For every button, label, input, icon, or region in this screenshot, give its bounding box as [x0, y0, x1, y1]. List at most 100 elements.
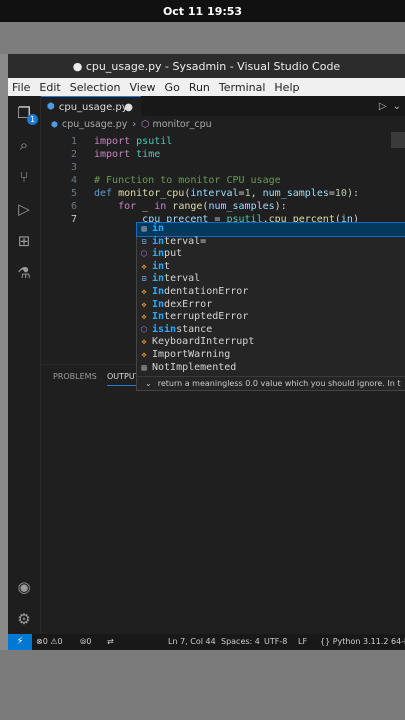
- explorer-badge: 1: [27, 114, 38, 125]
- suggestion-item[interactable]: ✥ int: [137, 261, 405, 274]
- accounts-icon[interactable]: ◉: [15, 578, 33, 596]
- problems-status[interactable]: ⊗0 ⚠0: [36, 634, 63, 650]
- variable-icon: ⊡: [141, 274, 147, 284]
- keyword-icon: ▤: [141, 224, 147, 233]
- code-line[interactable]: 1 import psutil: [41, 135, 405, 148]
- class-icon: ✥: [141, 261, 147, 271]
- suggestion-item[interactable]: ▤ in: [136, 222, 405, 237]
- suggestion-label: InterruptedError: [152, 311, 249, 323]
- python-file-icon: ⬢: [47, 102, 55, 112]
- code-line[interactable]: 3: [41, 161, 405, 174]
- variable-icon: ⊡: [141, 236, 147, 246]
- cursor-position[interactable]: Ln 7, Col 44: [168, 634, 216, 650]
- code-line[interactable]: 2 import time: [41, 148, 405, 161]
- line-ending[interactable]: LF: [298, 634, 307, 650]
- window-titlebar[interactable]: ● cpu_usage.py - Sysadmin - Visual Studi…: [8, 54, 405, 78]
- tab-output[interactable]: OUTPUT: [107, 372, 140, 386]
- function-icon: ⬡: [140, 249, 148, 259]
- system-clock[interactable]: Oct 11 19:53: [163, 5, 242, 18]
- suggestion-item[interactable]: ✥ ImportWarning: [137, 349, 405, 362]
- menu-terminal[interactable]: Terminal: [215, 81, 271, 94]
- tab-cpu-usage[interactable]: ⬢ cpu_usage.py ●: [41, 96, 141, 117]
- code-text: # Function to monitor CPU usage: [94, 175, 281, 186]
- python-file-icon: ⬢: [51, 119, 58, 129]
- line-number: 1: [70, 136, 77, 147]
- class-icon: ✥: [141, 337, 147, 347]
- class-icon: ✥: [141, 312, 147, 322]
- menu-view[interactable]: View: [125, 81, 160, 94]
- live-share-icon[interactable]: ⇄: [107, 634, 114, 650]
- settings-gear-icon[interactable]: ⚙: [15, 610, 33, 628]
- search-icon[interactable]: ⌕: [15, 136, 33, 154]
- system-top-bar: Oct 11 19:53: [0, 0, 405, 22]
- suggestion-item[interactable]: ✥ IndentationError: [137, 286, 405, 299]
- status-bar: ⚡ ⊗0 ⚠0 ⦾0 ⇄ Ln 7, Col 44 Spaces: 4 UTF-…: [8, 634, 405, 650]
- source-control-icon[interactable]: ⑂: [15, 168, 33, 186]
- suggestion-item[interactable]: ✥ IndexError: [137, 299, 405, 312]
- editor-tab-bar: ⬢ cpu_usage.py ● ▷ ⌄: [41, 96, 405, 117]
- line-number: 7: [70, 214, 77, 225]
- code-text: import time: [94, 149, 161, 160]
- function-icon: ⬡: [140, 324, 148, 334]
- chevron-down-icon[interactable]: ⌄: [393, 101, 401, 112]
- menu-run[interactable]: Run: [185, 81, 215, 94]
- suggestion-item[interactable]: ⬡ input: [137, 248, 405, 261]
- breadcrumb-file[interactable]: cpu_usage.py: [62, 119, 127, 130]
- class-icon: ✥: [141, 350, 147, 359]
- chevron-down-icon[interactable]: ⌄: [145, 379, 152, 388]
- suggestion-item[interactable]: ▤ NotImplemented: [137, 362, 405, 375]
- suggestion-label: int: [152, 260, 171, 272]
- language-mode[interactable]: {} Python: [320, 634, 360, 650]
- menu-go[interactable]: Go: [161, 81, 185, 94]
- suggestion-item[interactable]: ⊡ interval=: [137, 236, 405, 249]
- error-icon: ⊗: [36, 637, 43, 646]
- class-icon: ✥: [141, 299, 147, 309]
- suggestion-label: KeyboardInterrupt: [152, 336, 255, 348]
- keyword-icon: ▤: [141, 362, 147, 372]
- suggestion-label: NotImplemented: [152, 361, 237, 373]
- encoding[interactable]: UTF-8: [264, 634, 287, 650]
- code-line[interactable]: 5 def monitor_cpu(interval=1, num_samples…: [41, 187, 405, 200]
- line-number: 2: [70, 149, 77, 160]
- run-file-icon[interactable]: ▷: [379, 101, 387, 112]
- code-line[interactable]: 4 # Function to monitor CPU usage: [41, 174, 405, 187]
- suggestion-label: isinstance: [152, 323, 213, 335]
- remote-indicator-icon[interactable]: ⚡: [8, 634, 32, 650]
- testing-icon[interactable]: ⚗: [15, 264, 33, 282]
- line-number: 6: [70, 201, 77, 212]
- suggestion-item[interactable]: ✥ KeyboardInterrupt: [137, 336, 405, 349]
- unsaved-dot-icon[interactable]: ●: [124, 102, 133, 113]
- code-line[interactable]: 6 for _ in range(num_samples):: [41, 200, 405, 213]
- line-number: 4: [70, 175, 77, 186]
- suggestion-label: ImportWarning: [152, 349, 231, 360]
- suggestion-item[interactable]: ⬡ isinstance: [137, 324, 405, 337]
- activity-bar: ❐ 1 ⌕ ⑂ ▷ ⊞ ⚗ ◉ ⚙: [8, 96, 41, 634]
- desktop-background: [0, 22, 405, 54]
- indentation[interactable]: Spaces: 4: [221, 634, 260, 650]
- suggestion-item[interactable]: ⊡ interval: [137, 273, 405, 286]
- run-debug-icon[interactable]: ▷: [15, 200, 33, 218]
- menu-file[interactable]: File: [8, 81, 35, 94]
- code-text: def monitor_cpu(interval=1, num_samples=…: [94, 188, 359, 199]
- suggestion-label: IndexError: [152, 298, 213, 310]
- window-title: ● cpu_usage.py - Sysadmin - Visual Studi…: [72, 59, 341, 73]
- menu-edit[interactable]: Edit: [35, 81, 65, 94]
- class-icon: ✥: [141, 287, 147, 296]
- extensions-icon[interactable]: ⊞: [15, 232, 33, 250]
- menu-bar: File Edit Selection View Go Run Terminal…: [8, 78, 405, 96]
- tab-problems[interactable]: PROBLEMS: [53, 372, 97, 381]
- menu-help[interactable]: Help: [270, 81, 304, 94]
- warning-icon: ⚠: [50, 637, 58, 646]
- breadcrumb: ⬢ cpu_usage.py › ⬡ monitor_cpu: [41, 116, 405, 132]
- suggestion-label: interval: [152, 273, 201, 285]
- suggestion-details: ⌄ return a meaningless 0.0 value which yo…: [137, 376, 405, 390]
- breadcrumb-symbol[interactable]: monitor_cpu: [152, 119, 211, 130]
- suggestion-label: in: [152, 223, 165, 234]
- desktop-background: [0, 650, 405, 720]
- ports-status[interactable]: ⦾0: [80, 634, 92, 650]
- python-interpreter[interactable]: 3.11.2 64-b: [363, 634, 405, 650]
- suggestion-label: input: [152, 248, 183, 260]
- tab-label: cpu_usage.py: [58, 101, 128, 113]
- menu-selection[interactable]: Selection: [66, 81, 126, 94]
- suggestion-item[interactable]: ✥ InterruptedError: [137, 311, 405, 324]
